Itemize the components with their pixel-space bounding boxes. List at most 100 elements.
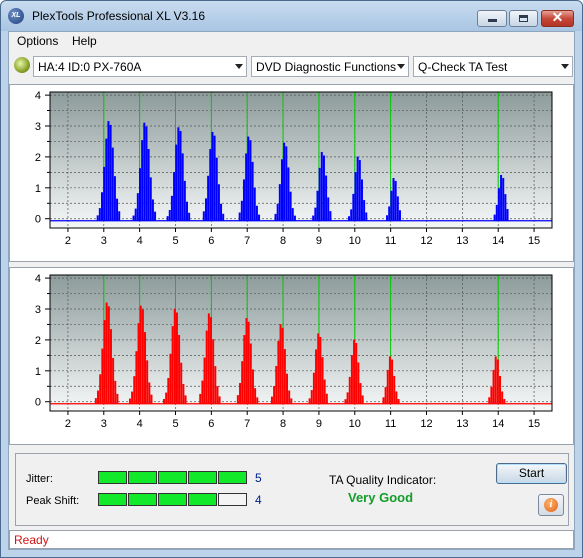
chart-bar bbox=[291, 208, 294, 221]
chart-bar bbox=[388, 206, 391, 221]
chart-bar bbox=[217, 184, 220, 221]
jitter-meter-segment bbox=[158, 471, 187, 484]
chart-bar bbox=[181, 153, 184, 221]
chart-bar bbox=[214, 366, 217, 404]
close-button[interactable]: ✕ bbox=[541, 9, 574, 27]
chart-bar bbox=[488, 397, 491, 404]
x-tick-label: 11 bbox=[385, 418, 396, 430]
chart-bar bbox=[247, 321, 250, 404]
x-tick-label: 2 bbox=[65, 235, 71, 247]
chart-bar bbox=[355, 343, 358, 404]
chart-bar bbox=[203, 357, 206, 404]
chart-bar bbox=[101, 348, 104, 404]
chart-bar bbox=[348, 216, 351, 221]
chart-bar bbox=[276, 203, 279, 221]
test-select[interactable]: Q-Check TA Test bbox=[413, 56, 573, 77]
chart-bar bbox=[116, 393, 119, 404]
chart-bar bbox=[109, 329, 112, 404]
jitter-meter-segment bbox=[128, 471, 157, 484]
function-select[interactable]: DVD Diagnostic Functions bbox=[251, 56, 409, 77]
chart-bar bbox=[506, 209, 509, 221]
info-button[interactable]: i bbox=[538, 494, 564, 516]
title-bar[interactable]: XL PlexTools Professional XL V3.16 ✕ bbox=[1, 1, 582, 31]
chart-bar bbox=[184, 395, 187, 404]
chart-bar bbox=[350, 355, 353, 404]
chart-bar bbox=[249, 343, 252, 404]
chart-bar bbox=[175, 312, 178, 404]
chart-bar bbox=[281, 327, 284, 404]
chart-bar bbox=[222, 213, 225, 221]
menu-help[interactable]: Help bbox=[72, 34, 97, 48]
chart-bar bbox=[317, 333, 320, 404]
jitter-label: Jitter: bbox=[26, 473, 53, 485]
chart-bar bbox=[218, 396, 221, 404]
y-tick-label: 1 bbox=[35, 183, 41, 195]
chart-bar bbox=[493, 214, 496, 221]
x-tick-label: 8 bbox=[280, 418, 286, 430]
x-tick-label: 8 bbox=[280, 235, 286, 247]
chart-bar bbox=[346, 392, 349, 404]
chart-bar bbox=[133, 376, 136, 404]
chart-bar bbox=[207, 175, 210, 221]
chart-bar bbox=[220, 203, 223, 221]
chart-bar bbox=[392, 178, 395, 221]
chart-bar bbox=[116, 198, 119, 221]
chart-bar bbox=[183, 180, 186, 221]
chart-bar bbox=[118, 211, 121, 221]
chart-bar bbox=[293, 215, 296, 221]
chart-bar bbox=[241, 361, 244, 404]
chart-bar bbox=[149, 177, 152, 221]
chart-bar bbox=[107, 121, 110, 221]
chart-bar bbox=[114, 380, 117, 404]
ta-quality-label: TA Quality Indicator: bbox=[329, 473, 437, 487]
peak-shift-meter bbox=[98, 493, 250, 506]
chart-bar bbox=[236, 395, 239, 404]
chart-bar bbox=[239, 382, 242, 404]
chart-bar bbox=[165, 392, 168, 404]
menu-options[interactable]: Options bbox=[17, 34, 58, 48]
chart-bar bbox=[492, 369, 495, 404]
minimize-button[interactable] bbox=[477, 10, 507, 27]
chart-bar bbox=[500, 174, 503, 221]
toolbar: HA:4 ID:0 PX-760A DVD Diagnostic Functio… bbox=[9, 53, 574, 79]
chart-bar bbox=[256, 397, 259, 404]
chart-bar bbox=[286, 373, 289, 404]
chart-bar bbox=[245, 153, 248, 221]
chart-bar bbox=[325, 393, 328, 404]
chart-bar bbox=[396, 196, 399, 221]
chart-bar bbox=[274, 213, 277, 221]
y-tick-label: 3 bbox=[35, 121, 41, 133]
chart-bar bbox=[315, 349, 318, 404]
chart-bar bbox=[495, 204, 498, 221]
peak-shift-meter-segment bbox=[128, 493, 157, 506]
land-chart: 012342 3 4 5 6 7 8 9 10 11 12 13 14 15 bbox=[35, 90, 553, 247]
function-select-value: DVD Diagnostic Functions bbox=[256, 60, 397, 74]
pit-chart: 012342 3 4 5 6 7 8 9 10 11 12 13 14 15 bbox=[35, 273, 553, 430]
chart-bar bbox=[113, 176, 116, 221]
chart-bar bbox=[386, 369, 389, 404]
start-button[interactable]: Start bbox=[496, 463, 567, 484]
chart-bar bbox=[290, 398, 293, 404]
pit-chart-panel: 0 1 2 3 4 2 3 4 5 6 7 8 9 10 11 12 13 14 15 bbox=[9, 267, 574, 445]
maximize-button[interactable] bbox=[509, 10, 538, 27]
chart-bar bbox=[384, 387, 387, 404]
status-bar: Ready bbox=[9, 530, 574, 549]
chart-bar bbox=[240, 200, 243, 221]
chart-bar bbox=[504, 194, 507, 221]
chart-bar bbox=[502, 178, 505, 221]
chart-bar bbox=[388, 356, 391, 404]
chart-bar bbox=[348, 376, 351, 404]
chart-bar bbox=[258, 214, 261, 221]
x-tick-label: 13 bbox=[456, 418, 468, 430]
chart-bar bbox=[503, 399, 506, 404]
chart-bar bbox=[323, 379, 326, 404]
chart-bar bbox=[132, 215, 135, 221]
drive-select[interactable]: HA:4 ID:0 PX-760A bbox=[33, 56, 247, 77]
chart-bar bbox=[98, 208, 101, 221]
chart-bar bbox=[137, 323, 140, 404]
chart-bar bbox=[182, 383, 185, 404]
chart-bar bbox=[213, 135, 216, 221]
x-tick-label: 4 bbox=[137, 235, 143, 247]
minimize-icon bbox=[488, 19, 497, 22]
chart-bar bbox=[361, 395, 364, 404]
